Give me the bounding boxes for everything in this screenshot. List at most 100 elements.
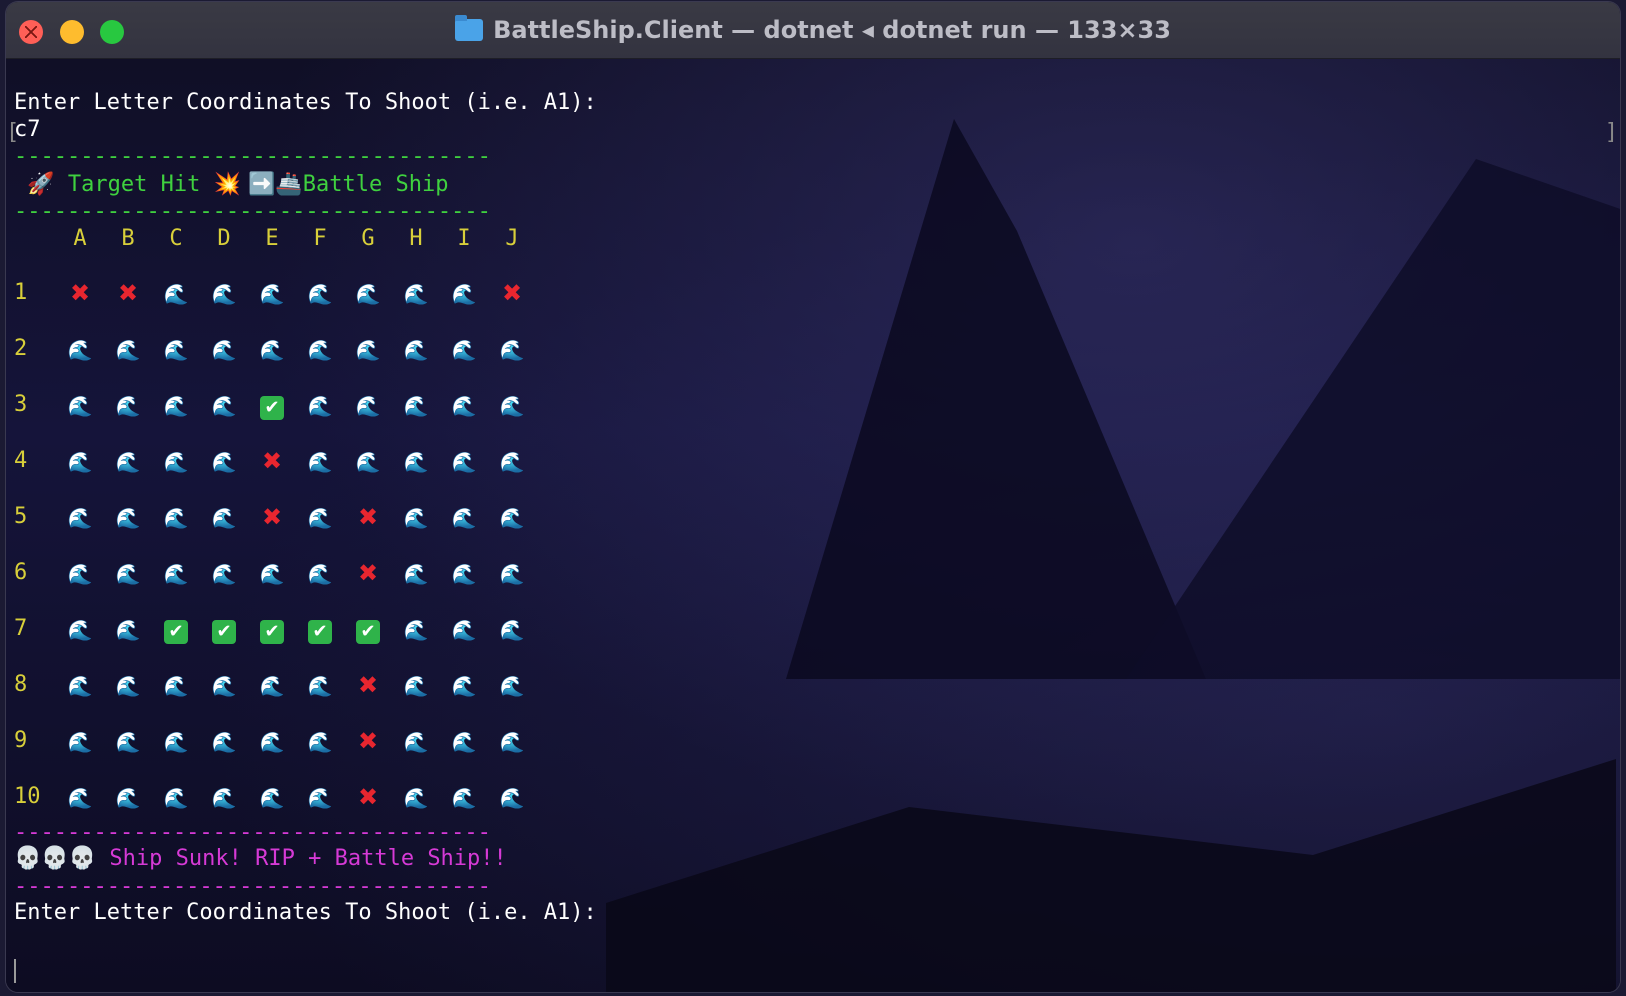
water-wave-icon: 🌊	[451, 282, 477, 306]
water-wave-icon: 🌊	[451, 338, 477, 362]
water-cell: 🌊	[257, 559, 287, 587]
water-cell: 🌊	[305, 727, 335, 755]
water-wave-icon: 🌊	[499, 338, 525, 362]
water-wave-icon: 🌊	[115, 618, 141, 642]
water-wave-icon: 🌊	[163, 674, 189, 698]
water-wave-icon: 🌊	[307, 562, 333, 586]
wallpaper-mountain	[786, 119, 1206, 679]
water-cell: 🌊	[449, 615, 479, 643]
hit-cell: ✔	[353, 615, 383, 644]
water-wave-icon: 🌊	[163, 730, 189, 754]
water-wave-icon: 🌊	[451, 618, 477, 642]
water-wave-icon: 🌊	[355, 338, 381, 362]
water-wave-icon: 🌊	[163, 506, 189, 530]
water-wave-icon: 🌊	[403, 786, 429, 810]
water-wave-icon: 🌊	[451, 506, 477, 530]
water-wave-icon: 🌊	[211, 282, 237, 306]
miss-cell: ✖	[113, 279, 143, 307]
grid-row: 8 🌊 🌊 🌊 🌊 🌊 🌊 ✖ 🌊 🌊 🌊	[14, 671, 574, 699]
water-wave-icon: 🌊	[499, 562, 525, 586]
divider-top: ------------------------------------	[14, 144, 491, 169]
water-cell: 🌊	[353, 447, 383, 475]
water-wave-icon: 🌊	[67, 338, 93, 362]
water-wave-icon: 🌊	[67, 450, 93, 474]
water-wave-icon: 🌊	[499, 450, 525, 474]
water-wave-icon: 🌊	[403, 674, 429, 698]
row-label: 5	[14, 504, 28, 529]
water-cell: 🌊	[401, 559, 431, 587]
water-cell: 🌊	[401, 335, 431, 363]
grid-row: 7 🌊 🌊 ✔ ✔ ✔ ✔ ✔ 🌊 🌊 🌊	[14, 615, 574, 644]
miss-cell: ✖	[497, 279, 527, 307]
water-cell: 🌊	[449, 559, 479, 587]
water-wave-icon: 🌊	[403, 618, 429, 642]
water-cell: 🌊	[209, 503, 239, 531]
green-check-icon: ✔	[356, 620, 380, 644]
terminal-content[interactable]: Enter Letter Coordinates To Shoot (i.e. …	[6, 59, 1620, 992]
water-wave-icon: 🌊	[499, 394, 525, 418]
hit-cell: ✔	[257, 615, 287, 644]
red-x-icon: ✖	[357, 503, 379, 531]
column-label: H	[409, 226, 423, 251]
skull-icon: 💀💀💀	[14, 846, 97, 871]
arrow-ship-icon: ➡️🚢	[241, 172, 303, 197]
water-wave-icon: 🌊	[403, 394, 429, 418]
water-cell: 🌊	[113, 335, 143, 363]
hit-ship-name: Battle Ship	[302, 172, 449, 197]
water-wave-icon: 🌊	[211, 562, 237, 586]
water-cell: 🌊	[161, 503, 191, 531]
water-wave-icon: 🌊	[355, 450, 381, 474]
water-cell: 🌊	[65, 671, 95, 699]
water-cell: 🌊	[65, 503, 95, 531]
hit-cell: ✔	[161, 615, 191, 644]
miss-cell: ✖	[353, 727, 383, 755]
red-x-icon: ✖	[357, 783, 379, 811]
water-wave-icon: 🌊	[67, 730, 93, 754]
water-cell: 🌊	[497, 615, 527, 643]
water-cell: 🌊	[401, 503, 431, 531]
water-cell: 🌊	[305, 783, 335, 811]
water-cell: 🌊	[401, 279, 431, 307]
water-cell: 🌊	[497, 727, 527, 755]
water-cell: 🌊	[353, 335, 383, 363]
water-cell: 🌊	[305, 279, 335, 307]
sunk-message: 💀💀💀 Ship Sunk! RIP + Battle Ship!!	[14, 845, 507, 873]
water-cell: 🌊	[65, 615, 95, 643]
water-wave-icon: 🌊	[211, 338, 237, 362]
water-cell: 🌊	[449, 391, 479, 419]
wallpaper-mountain	[1126, 159, 1620, 679]
divider-sunk-bottom: ------------------------------------	[14, 874, 491, 899]
water-wave-icon: 🌊	[403, 730, 429, 754]
sunk-text: Ship Sunk! RIP + Battle Ship!!	[96, 846, 507, 871]
water-cell: 🌊	[257, 671, 287, 699]
water-cell: 🌊	[449, 279, 479, 307]
water-cell: 🌊	[401, 727, 431, 755]
water-cell: 🌊	[257, 279, 287, 307]
water-wave-icon: 🌊	[499, 618, 525, 642]
row-label: 3	[14, 392, 28, 417]
title-bar[interactable]: BattleShip.Client — dotnet ◂ dotnet run …	[6, 2, 1620, 59]
water-cell: 🌊	[257, 783, 287, 811]
miss-cell: ✖	[257, 447, 287, 475]
prompt-line: Enter Letter Coordinates To Shoot (i.e. …	[14, 90, 597, 115]
water-cell: 🌊	[113, 783, 143, 811]
water-wave-icon: 🌊	[115, 786, 141, 810]
grid-column-header: A B C D E F G H I J	[14, 225, 574, 253]
text-cursor[interactable]	[14, 959, 16, 983]
row-label: 2	[14, 336, 28, 361]
water-wave-icon: 🌊	[115, 562, 141, 586]
water-cell: 🌊	[449, 783, 479, 811]
water-wave-icon: 🌊	[163, 786, 189, 810]
column-label: C	[169, 226, 183, 251]
water-cell: 🌊	[209, 335, 239, 363]
water-wave-icon: 🌊	[307, 338, 333, 362]
water-wave-icon: 🌊	[259, 674, 285, 698]
water-wave-icon: 🌊	[403, 562, 429, 586]
water-wave-icon: 🌊	[451, 562, 477, 586]
hit-message: 🚀 Target Hit 💥 ➡️🚢Battle Ship	[14, 171, 449, 199]
grid-row: 2 🌊 🌊 🌊 🌊 🌊 🌊 🌊 🌊 🌊 🌊	[14, 335, 574, 363]
water-cell: 🌊	[497, 503, 527, 531]
water-wave-icon: 🌊	[211, 394, 237, 418]
water-cell: 🌊	[209, 727, 239, 755]
water-cell: 🌊	[209, 391, 239, 419]
